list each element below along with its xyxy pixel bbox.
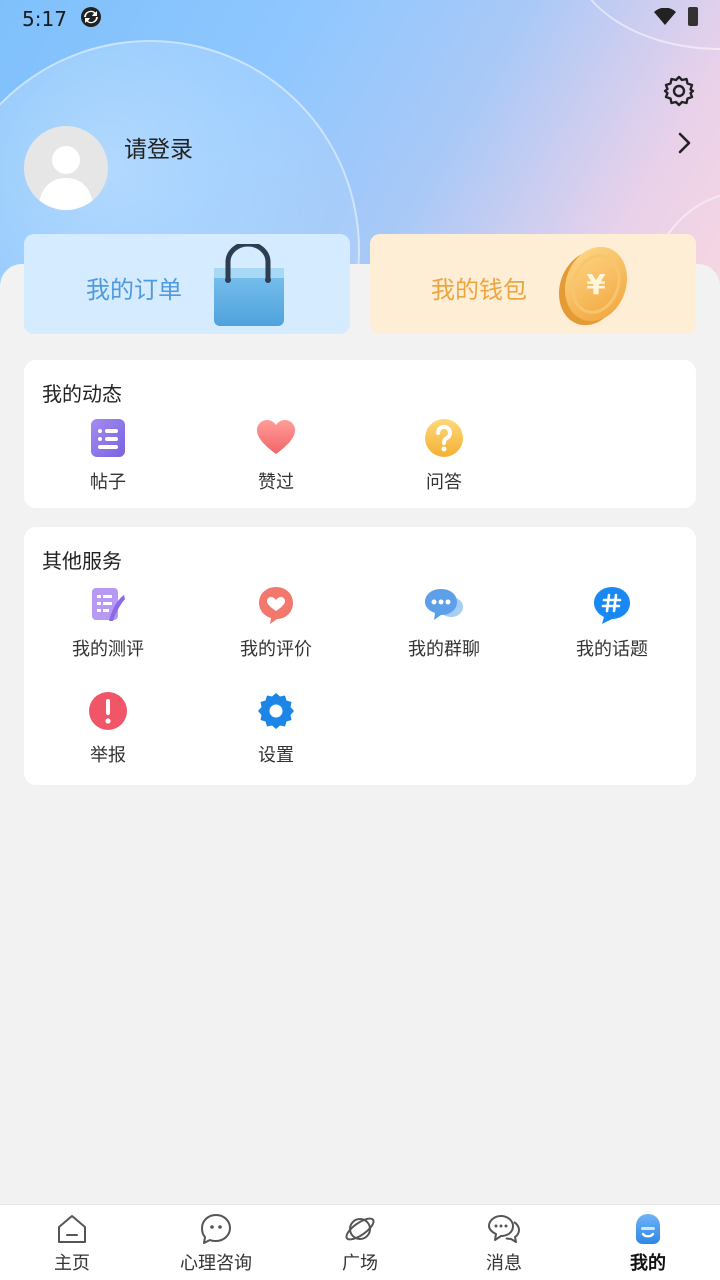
tab-square[interactable]: 广场 (288, 1205, 432, 1280)
topic-icon (594, 587, 630, 624)
service-label: 我的评价 (240, 639, 312, 660)
review-icon (259, 587, 293, 624)
other-services-panel: 其他服务 我的测评 我的评价 我的群聊 我的话题 举报 设置 (24, 527, 696, 785)
report-icon (89, 692, 127, 730)
login-prompt[interactable]: 请登录 (124, 130, 193, 164)
tab-label: 我的 (630, 1253, 666, 1274)
activity-label: 赞过 (258, 472, 294, 493)
gear-icon[interactable] (662, 74, 696, 108)
service-label: 设置 (258, 745, 294, 766)
chevron-right-icon[interactable] (672, 130, 696, 156)
section-title: 其他服务 (42, 549, 122, 573)
battery-icon (688, 7, 698, 26)
my-wallet-card[interactable]: 我的钱包 ¥ (370, 234, 696, 334)
activity-label: 帖子 (90, 472, 126, 493)
bottom-tab-bar: 主页 心理咨询 广场 消息 我的 (0, 1204, 720, 1280)
planet-icon (345, 1217, 375, 1241)
service-item-review[interactable]: 我的评价 (192, 585, 360, 661)
assessment-icon (92, 588, 125, 621)
tab-label: 消息 (486, 1253, 522, 1274)
activity-label: 问答 (426, 472, 462, 493)
status-time: 5:17 (22, 7, 67, 31)
settings-icon (258, 693, 294, 729)
service-item-settings[interactable]: 设置 (192, 691, 360, 767)
tab-mine[interactable]: 我的 (576, 1205, 720, 1280)
shopping-bag-icon (214, 244, 284, 326)
tab-label: 主页 (54, 1253, 90, 1274)
my-orders-label: 我的订单 (86, 276, 182, 304)
service-label: 我的群聊 (408, 639, 480, 660)
wifi-icon (654, 8, 676, 25)
consult-icon (201, 1214, 231, 1244)
default-avatar-icon (38, 146, 94, 210)
tab-label: 心理咨询 (180, 1253, 252, 1274)
coin-icon: ¥ (558, 246, 628, 326)
my-orders-card[interactable]: 我的订单 (24, 234, 350, 334)
service-item-topic[interactable]: 我的话题 (528, 585, 696, 661)
question-icon (425, 419, 463, 457)
sync-icon (81, 7, 101, 27)
activity-item-liked[interactable]: 赞过 (192, 418, 360, 494)
post-icon (91, 419, 125, 457)
service-item-group-chat[interactable]: 我的群聊 (360, 585, 528, 661)
service-label: 我的话题 (576, 639, 648, 660)
message-icon (488, 1215, 520, 1243)
activity-item-posts[interactable]: 帖子 (24, 418, 192, 494)
activity-item-qa[interactable]: 问答 (360, 418, 528, 494)
service-item-report[interactable]: 举报 (24, 691, 192, 767)
heart-icon (257, 420, 295, 454)
section-title: 我的动态 (42, 382, 122, 406)
service-label: 我的测评 (72, 639, 144, 660)
tab-messages[interactable]: 消息 (432, 1205, 576, 1280)
tab-consult[interactable]: 心理咨询 (144, 1205, 288, 1280)
avatar[interactable] (24, 126, 108, 210)
home-icon (58, 1215, 86, 1243)
status-bar: 5:17 (0, 0, 720, 36)
group-chat-icon (425, 589, 463, 620)
profile-icon (636, 1214, 660, 1244)
my-wallet-label: 我的钱包 (431, 276, 527, 304)
my-activity-panel: 我的动态 帖子 赞过 问答 (24, 360, 696, 508)
service-item-assessment[interactable]: 我的测评 (24, 585, 192, 661)
coin-symbol: ¥ (586, 268, 606, 301)
tab-label: 广场 (342, 1253, 378, 1274)
service-label: 举报 (90, 745, 126, 766)
tab-home[interactable]: 主页 (0, 1205, 144, 1280)
